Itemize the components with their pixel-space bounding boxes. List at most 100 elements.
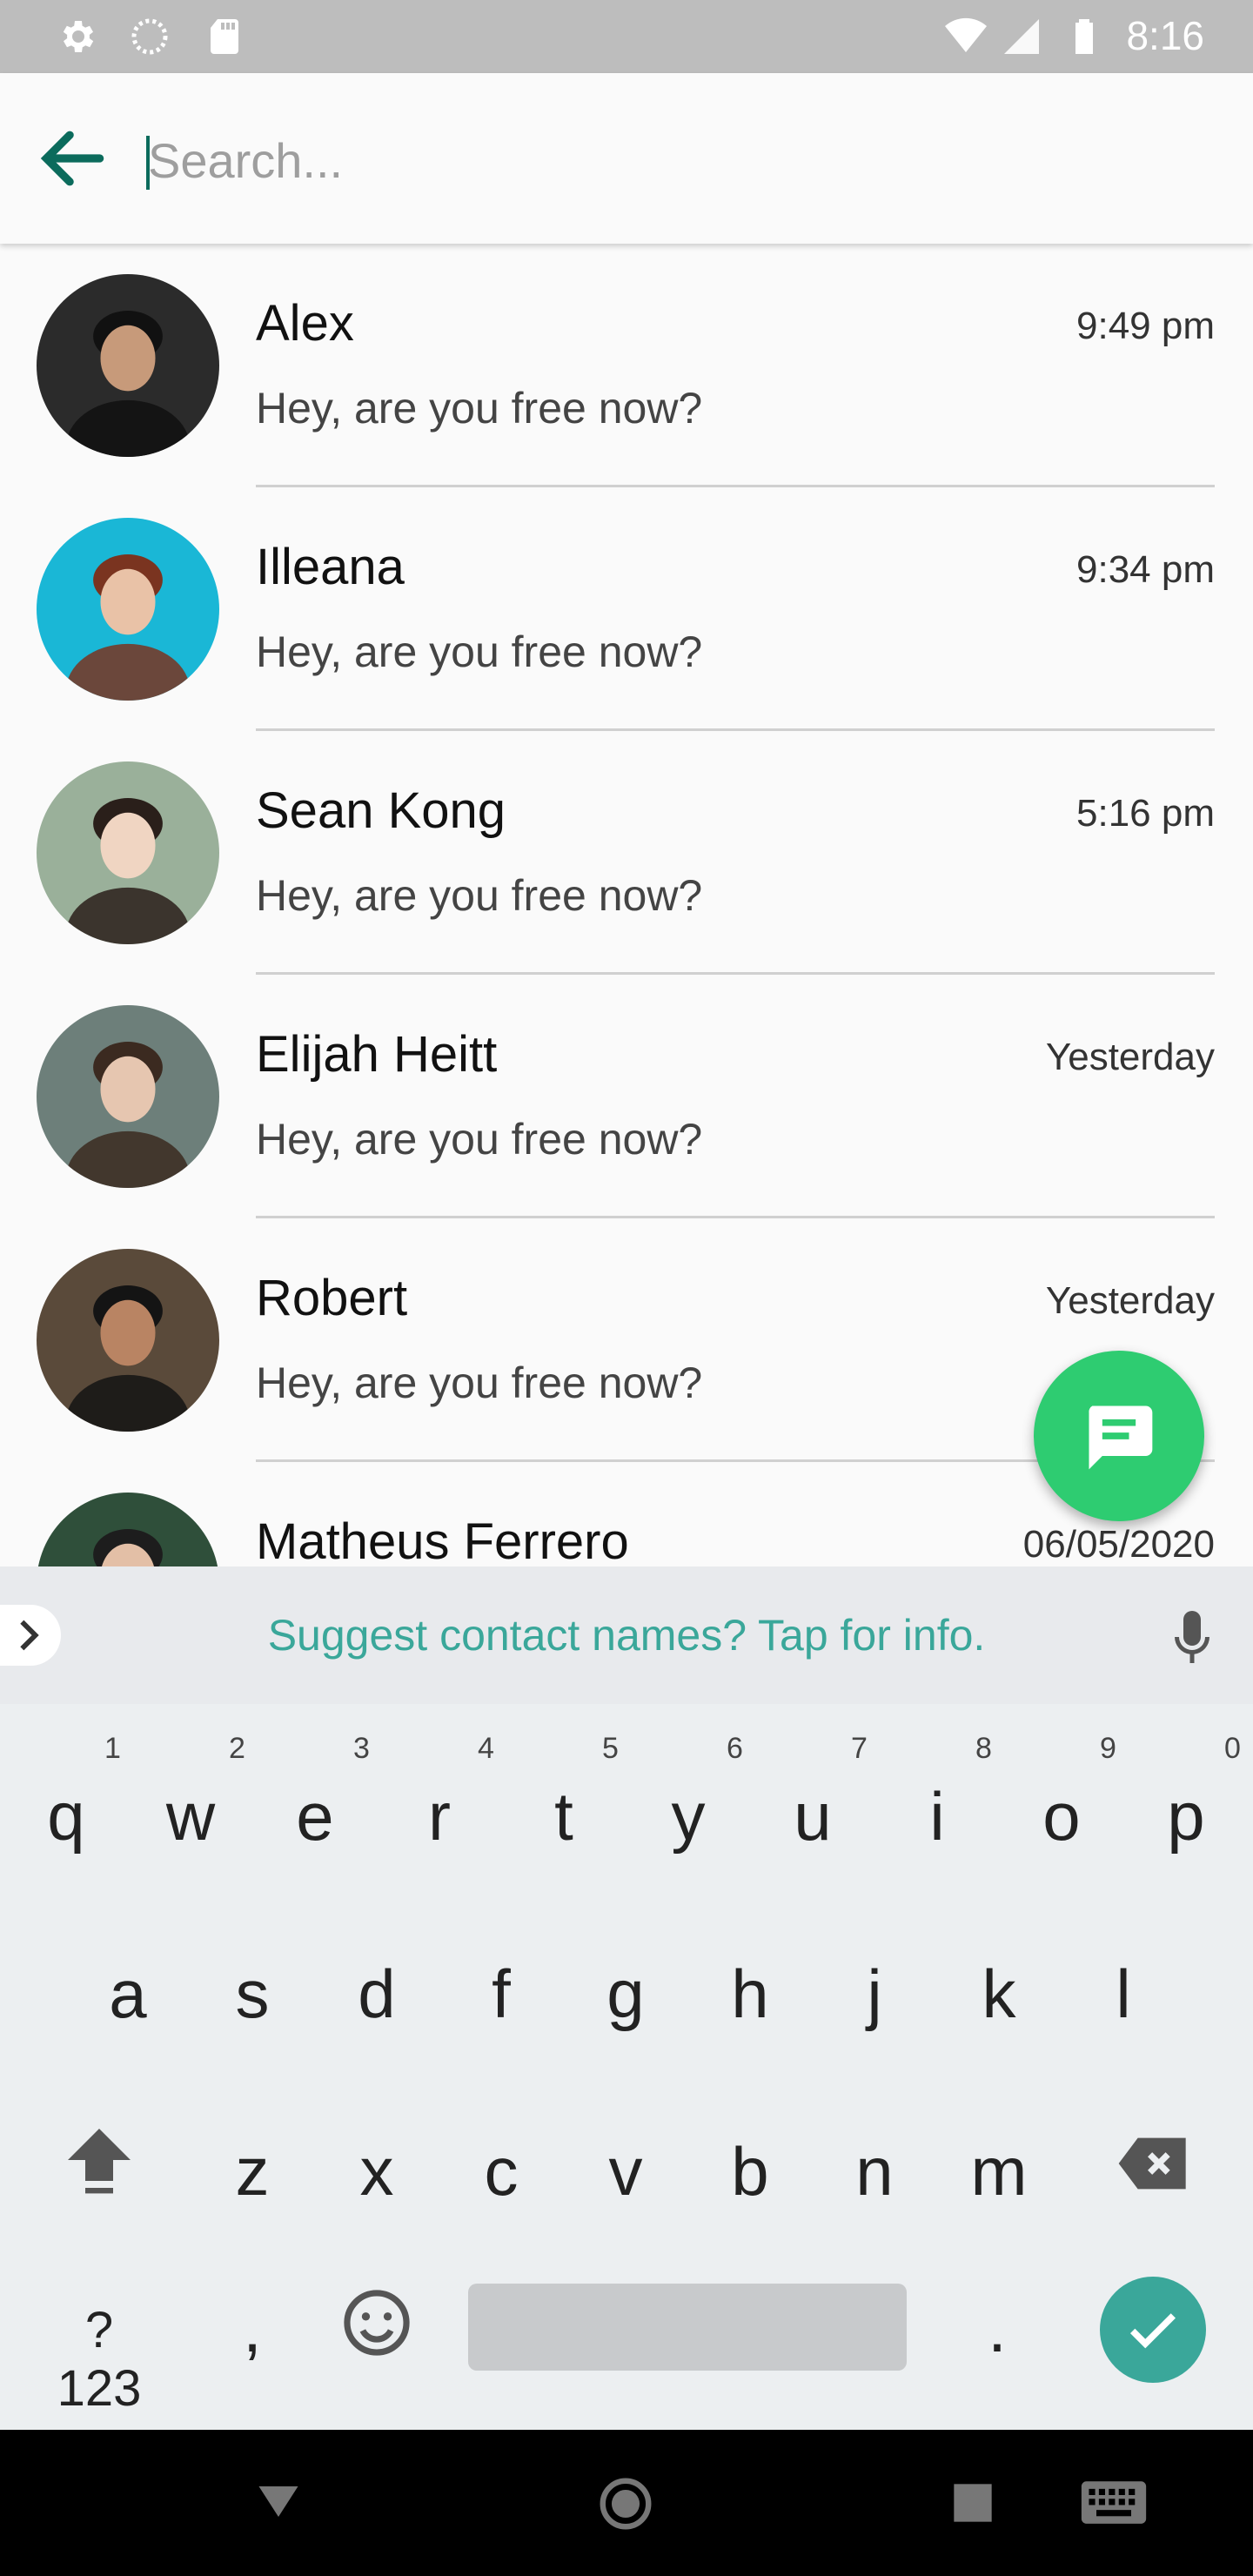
- last-message: Hey, are you free now?: [256, 384, 703, 433]
- chat-row[interactable]: Sean Kong 5:16 pm Hey, are you free now?: [0, 731, 1253, 975]
- last-message: Hey, are you free now?: [256, 1115, 703, 1164]
- key-hint-2: 2: [229, 1732, 245, 1765]
- key-j[interactable]: j: [822, 1955, 927, 2034]
- avatar-image: [37, 761, 219, 944]
- contact-name: Matheus Ferrero: [256, 1513, 629, 1566]
- avatar[interactable]: [37, 1493, 219, 1566]
- sync-icon: [131, 18, 168, 55]
- avatar[interactable]: [37, 761, 219, 944]
- keyboard-switch-icon[interactable]: [1079, 2473, 1149, 2534]
- status-bar: 8:16: [0, 0, 1253, 73]
- keyboard-suggestion-bar: Suggest contact names? Tap for info.: [0, 1566, 1253, 1704]
- message-time: Yesterday: [1045, 1279, 1215, 1322]
- message-time: 9:34 pm: [1076, 548, 1215, 591]
- chat-list: Alex 9:49 pm Hey, are you free now? Illeana…: [0, 244, 1253, 1566]
- sd-card-icon: [211, 19, 238, 54]
- key-z[interactable]: z: [200, 2132, 305, 2211]
- system-navigation-bar: [0, 2430, 1253, 2576]
- chat-row[interactable]: Illeana 9:34 pm Hey, are you free now?: [0, 487, 1253, 731]
- battery-icon: [1075, 19, 1093, 54]
- contact-name: Elijah Heitt: [256, 1026, 498, 1083]
- avatar-image: [37, 1249, 219, 1432]
- key-e[interactable]: e: [263, 1777, 367, 1856]
- symbols-key[interactable]: ?123: [47, 2301, 151, 2418]
- suggestion-text[interactable]: Suggest contact names? Tap for info.: [0, 1610, 1253, 1660]
- key-b[interactable]: b: [698, 2132, 802, 2211]
- message-time: 06/05/2020: [1022, 1523, 1215, 1566]
- key-hint-9: 9: [1100, 1732, 1116, 1765]
- message-time: 9:49 pm: [1076, 305, 1215, 347]
- key-f[interactable]: f: [449, 1955, 553, 2034]
- done-key[interactable]: [1100, 2277, 1206, 2383]
- key-hint-5: 5: [602, 1732, 619, 1765]
- backspace-icon[interactable]: [1116, 2125, 1192, 2202]
- key-u[interactable]: u: [761, 1777, 865, 1856]
- avatar[interactable]: [37, 1249, 219, 1432]
- settings-icon: [63, 21, 94, 52]
- avatar[interactable]: [37, 518, 219, 701]
- key-l[interactable]: l: [1071, 1955, 1176, 2034]
- comma-key[interactable]: ,: [200, 2289, 305, 2368]
- key-hint-6: 6: [727, 1732, 743, 1765]
- chat-row[interactable]: Elijah Heitt Yesterday Hey, are you free n…: [0, 975, 1253, 1218]
- message-time: 5:16 pm: [1076, 792, 1215, 835]
- message-time: Yesterday: [1045, 1036, 1215, 1078]
- avatar[interactable]: [37, 1005, 219, 1188]
- search-input[interactable]: [148, 124, 1192, 197]
- key-w[interactable]: w: [138, 1777, 243, 1856]
- text-cursor: [146, 136, 150, 190]
- space-key[interactable]: [468, 2284, 907, 2371]
- search-app-bar: [0, 73, 1253, 244]
- key-hint-8: 8: [975, 1732, 992, 1765]
- signal-icon: [1004, 19, 1039, 54]
- last-message: Hey, are you free now?: [256, 627, 703, 676]
- nav-back-icon[interactable]: [252, 2473, 305, 2526]
- contact-name: Alex: [256, 295, 354, 352]
- key-hint-0: 0: [1224, 1732, 1241, 1765]
- key-q[interactable]: q: [14, 1777, 118, 1856]
- shift-icon[interactable]: [57, 2118, 141, 2202]
- key-n[interactable]: n: [822, 2132, 927, 2211]
- avatar-image: [37, 1005, 219, 1188]
- period-key[interactable]: .: [945, 2289, 1049, 2368]
- key-i[interactable]: i: [885, 1777, 989, 1856]
- key-g[interactable]: g: [573, 1955, 678, 2034]
- key-r[interactable]: r: [387, 1777, 492, 1856]
- message-icon: [1089, 1405, 1153, 1470]
- microphone-icon[interactable]: [1166, 1607, 1218, 1667]
- key-d[interactable]: d: [325, 1955, 429, 2034]
- key-o[interactable]: o: [1009, 1777, 1114, 1856]
- back-arrow-icon[interactable]: [33, 118, 113, 198]
- check-icon: [1129, 2313, 1176, 2349]
- contact-name: Robert: [256, 1270, 408, 1326]
- key-a[interactable]: a: [76, 1955, 180, 2034]
- key-x[interactable]: x: [325, 2132, 429, 2211]
- new-message-button[interactable]: [1034, 1351, 1204, 1521]
- key-hint-4: 4: [478, 1732, 494, 1765]
- last-message: Hey, are you free now?: [256, 1358, 703, 1407]
- key-k[interactable]: k: [947, 1955, 1051, 2034]
- key-p[interactable]: p: [1134, 1777, 1238, 1856]
- key-m[interactable]: m: [947, 2132, 1051, 2211]
- key-t[interactable]: t: [512, 1777, 616, 1856]
- key-c[interactable]: c: [449, 2132, 553, 2211]
- avatar-image: [37, 274, 219, 457]
- nav-recents-icon[interactable]: [950, 2480, 995, 2526]
- last-message: Hey, are you free now?: [256, 871, 703, 920]
- key-s[interactable]: s: [200, 1955, 305, 2034]
- key-hint-1: 1: [104, 1732, 121, 1765]
- avatar[interactable]: [37, 274, 219, 457]
- key-y[interactable]: y: [636, 1777, 740, 1856]
- key-h[interactable]: h: [698, 1955, 802, 2034]
- avatar-image: [37, 518, 219, 701]
- contact-name: Sean Kong: [256, 782, 506, 839]
- keyboard: ?123 , . q 1w 2e 3r 4t 5y 6u 7i 8o 9p 0 asdfghjkl zx…: [0, 1704, 1253, 2430]
- contact-name: Illeana: [256, 539, 405, 595]
- wifi-icon: [945, 17, 987, 52]
- chat-row[interactable]: Alex 9:49 pm Hey, are you free now?: [0, 244, 1253, 487]
- nav-home-icon[interactable]: [595, 2473, 656, 2534]
- avatar-image: [37, 1493, 219, 1566]
- emoji-icon[interactable]: [339, 2285, 414, 2360]
- key-v[interactable]: v: [573, 2132, 678, 2211]
- clock: 8:16: [1126, 13, 1204, 58]
